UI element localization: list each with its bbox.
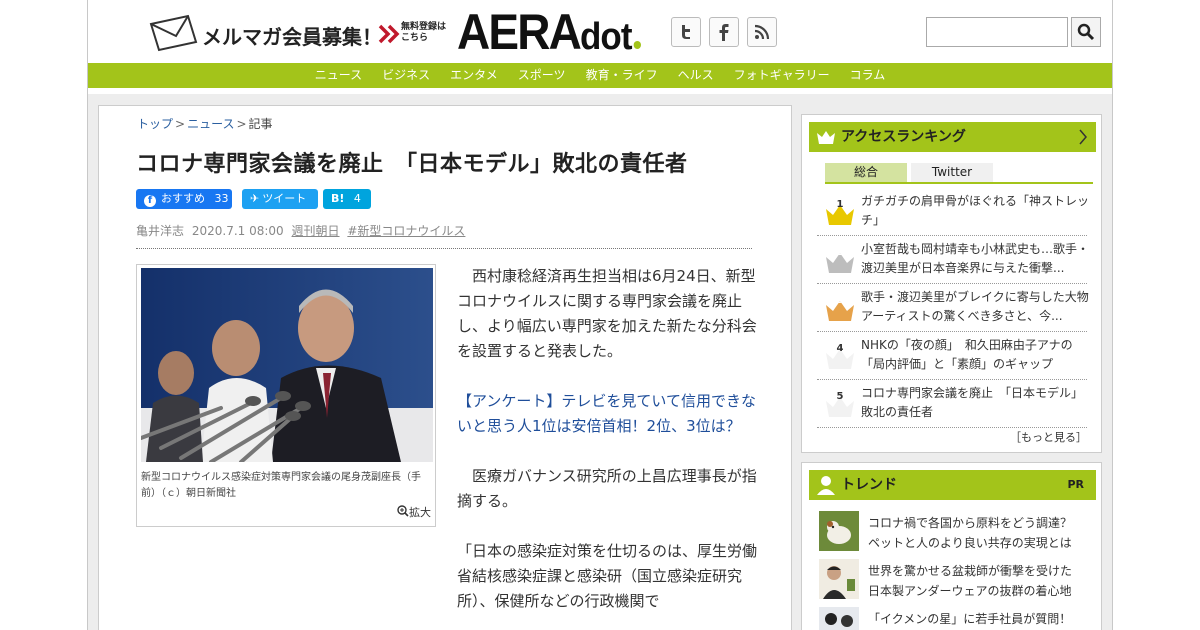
- double-chevron-icon: [378, 24, 400, 44]
- enlarge-button[interactable]: 拡大: [397, 504, 431, 520]
- facebook-icon: f: [144, 195, 156, 207]
- nav-item-education-life[interactable]: 教育・ライフ: [576, 63, 668, 88]
- search-icon: [1077, 23, 1095, 41]
- article-paragraph: 「日本の感染症対策を仕切るのは、厚生労働省結核感染症課と感染研（国立感染症研究所…: [457, 542, 758, 610]
- twitter-icon: [682, 25, 690, 39]
- hatena-bookmark-button[interactable]: B! 4: [323, 189, 371, 209]
- twitter-bird-icon: ✈: [250, 192, 260, 205]
- article-paragraph: 医療ガバナンス研究所の上昌広理事長が指摘する。: [457, 467, 757, 510]
- chevron-right-icon: [1079, 129, 1087, 145]
- facebook-icon: [719, 24, 729, 41]
- hatena-count: 4: [353, 192, 361, 205]
- twitter-button[interactable]: [671, 17, 701, 47]
- ranking-item[interactable]: 2 小室哲哉も岡村靖幸も小林武史も…歌手・渡辺美里が日本音楽界に与えた衝撃...: [817, 237, 1089, 284]
- office-workers-thumbnail: [819, 607, 859, 630]
- tab-twitter[interactable]: Twitter: [911, 163, 993, 182]
- search-button[interactable]: [1071, 17, 1101, 47]
- ranking-more-link[interactable]: ［もっと見る］: [1010, 429, 1087, 445]
- hatena-icon: B!: [331, 192, 345, 205]
- logo-dot: [633, 41, 641, 49]
- publish-date: 2020.7.1 08:00: [191, 224, 284, 238]
- ranking-item[interactable]: 3 歌手・渡辺美里がブレイクに寄与した大物アーティストの驚くべき多さと、今...: [817, 285, 1089, 332]
- mailmag-signup-link[interactable]: メルマガ会員募集！: [202, 21, 382, 50]
- ranking-item[interactable]: 1 ガチガチの肩甲骨がほぐれる「神ストレッチ」: [817, 189, 1089, 236]
- access-ranking-box: アクセスランキング 総合 Twitter 1 ガチガチの肩甲骨がほぐれる「神スト…: [801, 114, 1102, 453]
- article-title: コロナ専門家会議を廃止 「日本モデル」敗北の責任者: [136, 152, 688, 177]
- article-panel: トップ > ニュース > 記事 コロナ専門家会議を廃止 「日本モデル」敗北の責任者 fお…: [98, 105, 792, 630]
- article-paragraph: 西村康稔経済再生担当相は6月24日、新型コロナウイルスに関する専門家会議を廃止し…: [457, 267, 757, 360]
- nav-item-sports[interactable]: スポーツ: [508, 63, 576, 88]
- trend-header: トレンド PR: [809, 470, 1096, 500]
- crown-icon: [817, 131, 835, 144]
- tag-link[interactable]: #新型コロナウイルス: [347, 224, 465, 238]
- trend-box: トレンド PR コロナ禍で各国から原料をどう調達？ ペットと人のより良い共存の実…: [801, 462, 1102, 630]
- rss-button[interactable]: [747, 17, 777, 47]
- author: 亀井洋志: [136, 224, 185, 238]
- nav-item-column[interactable]: コラム: [840, 63, 896, 88]
- trend-item[interactable]: 「イクメンの星」に若手社員が質問！: [817, 607, 1087, 630]
- breadcrumb-current: 記事: [248, 117, 273, 131]
- article-body: 西村康稔経済再生担当相は6月24日、新型コロナウイルスに関する専門家会議を廃止し…: [457, 264, 757, 630]
- site-header: メルマガ会員募集！ 無料登録は こちら AERAdot: [88, 0, 1112, 63]
- magazine-link[interactable]: 週刊朝日: [292, 224, 340, 238]
- nav-item-health[interactable]: ヘルス: [668, 63, 724, 88]
- trend-item[interactable]: コロナ禍で各国から原料をどう調達？ ペットと人のより良い共存の実現とは: [817, 511, 1087, 555]
- nav-item-business[interactable]: ビジネス: [372, 63, 440, 88]
- global-nav: ニュース ビジネス エンタメ スポーツ 教育・ライフ ヘルス フォトギャラリー …: [88, 63, 1112, 88]
- article-meta: 亀井洋志 2020.7.1 08:00 週刊朝日 #新型コロナウイルス: [136, 222, 465, 239]
- pr-badge: PR: [1067, 478, 1084, 491]
- nav-item-news[interactable]: ニュース: [305, 63, 372, 88]
- breadcrumb-top[interactable]: トップ: [137, 117, 173, 131]
- ranking-item[interactable]: 5 コロナ専門家会議を廃止 「日本モデル」敗北の責任者: [817, 381, 1087, 428]
- envelope-icon[interactable]: [148, 14, 200, 52]
- search-input[interactable]: [926, 17, 1068, 47]
- meta-divider: [136, 248, 752, 249]
- ranking-item[interactable]: 4 NHKの「夜の顔」 和久田麻由子アナの「局内評価」と「素顔」のギャップ: [817, 333, 1087, 380]
- facebook-recommend-button[interactable]: f おすすめ 33: [136, 189, 232, 209]
- breadcrumb-separator-icon: >: [236, 117, 247, 131]
- zoom-in-icon: [397, 505, 409, 517]
- article-photo-box: 新型コロナウイルス感染症対策専門家会議の尾身茂副座長（手前）（ｃ）朝日新聞社 拡…: [136, 264, 436, 527]
- tab-overall[interactable]: 総合: [825, 163, 907, 182]
- survey-link[interactable]: 【アンケート】テレビを見ていて信用できないと思う人1位は安倍首相！2位、3位は？: [457, 389, 757, 439]
- dog-thumbnail: [819, 511, 859, 551]
- rss-icon: [754, 24, 770, 40]
- trend-item[interactable]: 世界を驚かせる盆栽師が衝撃を受けた 日本製アンダーウェアの抜群の着心地: [817, 559, 1087, 603]
- bonsai-artist-thumbnail: [819, 559, 859, 599]
- person-icon: [817, 476, 835, 495]
- nav-item-photo-gallery[interactable]: フォトギャラリー: [724, 63, 840, 88]
- article-photo[interactable]: [141, 268, 433, 462]
- facebook-count: 33: [214, 192, 229, 205]
- breadcrumb: トップ > ニュース > 記事: [137, 115, 273, 132]
- photo-caption: 新型コロナウイルス感染症対策専門家会議の尾身茂副座長（手前）（ｃ）朝日新聞社: [141, 472, 421, 499]
- breadcrumb-separator-icon: >: [175, 117, 186, 131]
- facebook-button[interactable]: [709, 17, 739, 47]
- access-ranking-header[interactable]: アクセスランキング: [809, 122, 1096, 152]
- press-conference-photo: [141, 268, 433, 462]
- breadcrumb-news[interactable]: ニュース: [187, 117, 234, 131]
- nav-item-entertainment[interactable]: エンタメ: [440, 63, 508, 88]
- tweet-button[interactable]: ✈ ツイート: [242, 189, 318, 209]
- site-logo[interactable]: AERAdot: [457, 6, 641, 63]
- free-signup-link[interactable]: 無料登録は こちら: [401, 22, 446, 44]
- ranking-tabs: 総合 Twitter: [825, 163, 1093, 184]
